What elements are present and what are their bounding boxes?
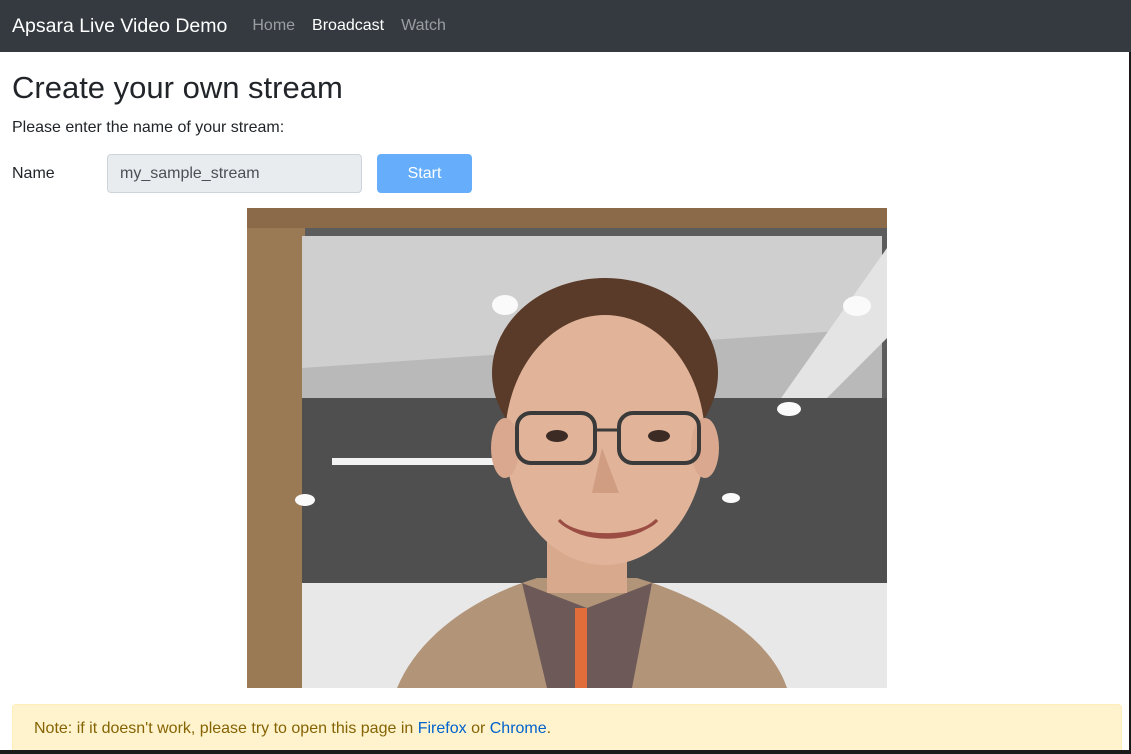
stream-name-prompt: Please enter the name of your stream: — [12, 119, 285, 136]
webcam-frame-illustration — [247, 208, 887, 688]
start-button[interactable]: Start — [377, 154, 472, 193]
stream-name-input[interactable] — [107, 154, 362, 193]
top-navbar: Apsara Live Video Demo Home Broadcast Wa… — [0, 0, 1131, 52]
chrome-link[interactable]: Chrome — [490, 720, 547, 738]
alert-suffix: . — [546, 720, 552, 737]
alert-middle: or — [466, 720, 490, 737]
page-title: Create your own stream — [12, 70, 343, 105]
browser-note-alert: Note: if it doesn't work, please try to … — [12, 704, 1122, 754]
firefox-link[interactable]: Firefox — [418, 720, 467, 738]
name-label: Name — [12, 165, 55, 182]
nav-link-watch[interactable]: Watch — [401, 17, 446, 35]
nav-link-home[interactable]: Home — [252, 17, 295, 35]
alert-prefix: Note: if it doesn't work, please try to … — [34, 720, 414, 737]
webcam-video — [247, 208, 887, 688]
brand-link[interactable]: Apsara Live Video Demo — [12, 15, 227, 38]
nav-link-broadcast[interactable]: Broadcast — [312, 17, 384, 35]
window-bottom-edge — [0, 750, 1131, 754]
